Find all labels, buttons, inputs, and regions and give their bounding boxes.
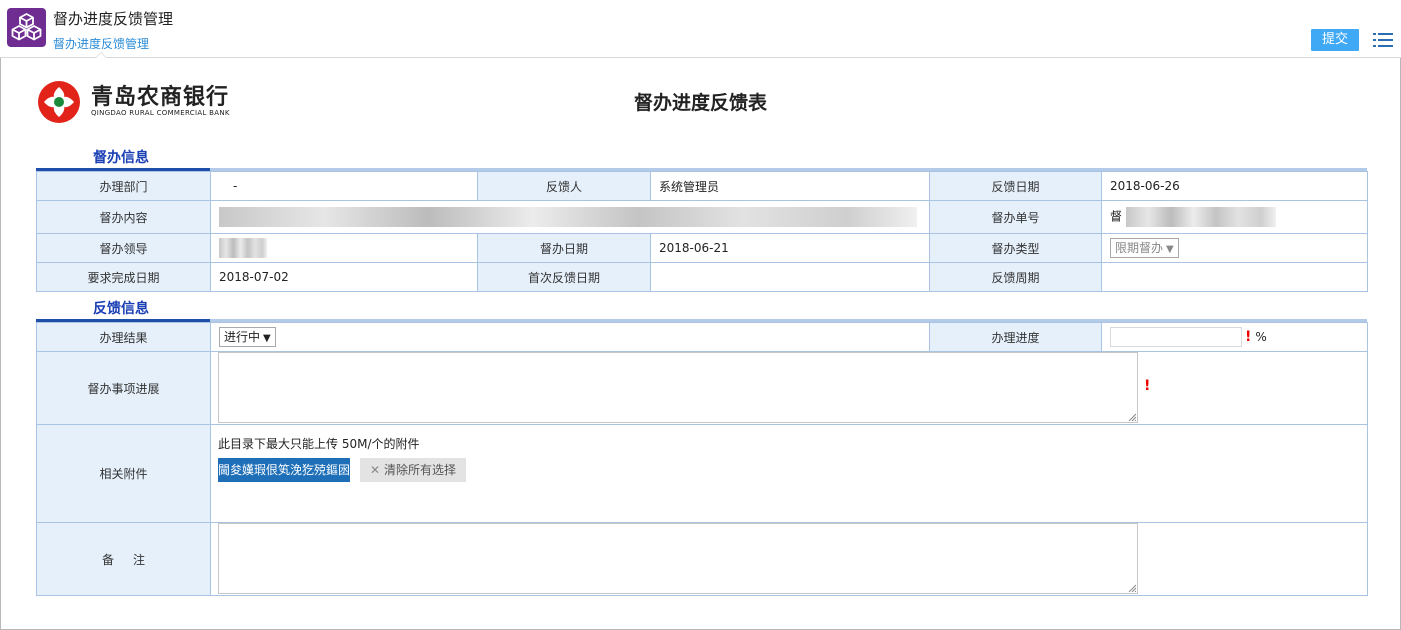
content-label: 督办内容: [36, 200, 211, 234]
leader-label: 督办领导: [36, 233, 211, 263]
table-row: 办理部门 - 反馈人 系统管理员 反馈日期 2018-06-26: [36, 171, 1368, 201]
supervision-type-cell: 限期督办 ▼: [1101, 233, 1368, 263]
feedback-person-value: 系统管理员: [650, 171, 930, 201]
supervision-date-label: 督办日期: [477, 233, 651, 263]
required-mark: !: [1144, 378, 1151, 394]
content-value: [210, 200, 930, 234]
remark-label: 备 注: [36, 522, 211, 596]
clear-selection-button[interactable]: ✕ 清除所有选择: [360, 458, 466, 482]
table-row: 督办内容 督办单号 督: [36, 200, 1368, 234]
required-mark: !: [1245, 329, 1252, 345]
active-tab-indicator: [95, 52, 107, 58]
first-feedback-date-value: [650, 262, 930, 292]
clear-selection-label: 清除所有选择: [384, 463, 457, 477]
attachment-label: 相关附件: [36, 424, 211, 523]
order-number-label: 督办单号: [929, 200, 1102, 234]
close-icon: ✕: [369, 463, 381, 477]
submit-button[interactable]: 提交: [1311, 29, 1359, 51]
feedback-person-label: 反馈人: [477, 171, 651, 201]
order-number-value: 督: [1101, 200, 1368, 234]
result-label: 办理结果: [36, 322, 211, 352]
first-feedback-date-label: 首次反馈日期: [477, 262, 651, 292]
table-row: 要求完成日期 2018-07-02 首次反馈日期 反馈周期: [36, 262, 1368, 292]
feedback-cycle-value: [1101, 262, 1368, 292]
remark-textarea[interactable]: [218, 523, 1138, 594]
app-title: 督办进度反馈管理: [53, 10, 174, 28]
feedback-date-label: 反馈日期: [929, 171, 1102, 201]
feedback-date-value: 2018-06-26: [1101, 171, 1368, 201]
list-menu-icon[interactable]: [1373, 31, 1393, 49]
progress-cell: !%: [1101, 322, 1368, 352]
redacted-leader: [219, 238, 267, 258]
progress-text-label: 督办事项进展: [36, 351, 211, 425]
form-title: 督办进度反馈表: [633, 92, 767, 114]
section-title-feedback: 反馈信息: [93, 301, 149, 317]
resize-grip-icon[interactable]: [1128, 413, 1136, 421]
app-header: 督办进度反馈管理 督办进度反馈管理 提交: [0, 0, 1401, 58]
supervision-date-value: 2018-06-21: [650, 233, 930, 263]
dept-value: -: [210, 171, 478, 201]
chevron-down-icon: ▼: [263, 333, 271, 344]
resize-grip-icon[interactable]: [1128, 584, 1136, 592]
section-title-supervision: 督办信息: [93, 150, 149, 166]
progress-input[interactable]: [1110, 327, 1242, 347]
supervision-info-table: 办理部门 - 反馈人 系统管理员 反馈日期 2018-06-26 督办内容 督办…: [36, 171, 1368, 292]
table-row: 办理结果 进行中 ▼ 办理进度 !%: [36, 322, 1368, 352]
redacted-content: [219, 207, 917, 227]
upload-hint: 此目录下最大只能上传 50M/个的附件: [218, 437, 420, 451]
order-number-prefix: 督: [1110, 209, 1123, 224]
required-date-value: 2018-07-02: [210, 262, 478, 292]
tab-feedback-management[interactable]: 督办进度反馈管理: [53, 35, 149, 52]
feedback-cycle-label: 反馈周期: [929, 262, 1102, 292]
table-row: 督办领导 督办日期 2018-06-21 督办类型 限期督办 ▼: [36, 233, 1368, 263]
result-select[interactable]: 进行中 ▼: [219, 327, 276, 347]
cube-stack-icon: [7, 8, 46, 47]
required-date-label: 要求完成日期: [36, 262, 211, 292]
select-files-button[interactable]: 閫夋嫨瑕佷笂浼犵殑鏂囦欢: [218, 458, 350, 501]
leader-value: [210, 233, 478, 263]
progress-label: 办理进度: [929, 322, 1102, 352]
result-cell: 进行中 ▼: [210, 322, 930, 352]
progress-textarea[interactable]: [218, 352, 1138, 423]
chevron-down-icon: ▼: [1166, 244, 1174, 255]
result-selected: 进行中: [224, 330, 261, 344]
percent-unit: %: [1255, 330, 1267, 344]
dept-label: 办理部门: [36, 171, 211, 201]
supervision-type-selected: 限期督办: [1115, 241, 1164, 255]
redacted-order-number: [1126, 207, 1277, 227]
supervision-type-label: 督办类型: [929, 233, 1102, 263]
supervision-type-select[interactable]: 限期督办 ▼: [1110, 238, 1179, 258]
